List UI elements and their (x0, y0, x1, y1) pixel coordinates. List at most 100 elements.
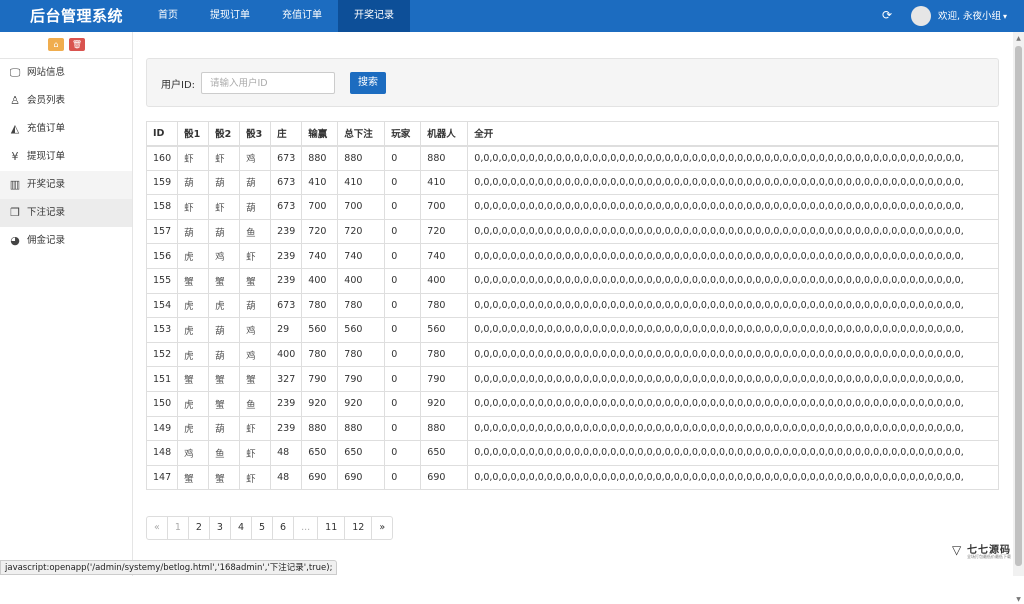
sidebar-item[interactable]: ▥ 开奖记录 (0, 171, 132, 199)
table-cell: 920 (337, 390, 386, 417)
sidebar-item[interactable]: 🖵 网站信息 (0, 59, 132, 87)
next-page-button[interactable]: » (371, 517, 392, 539)
table-cell: 0 (384, 390, 422, 417)
table-cell: 560 (301, 317, 339, 343)
table-cell: 虎 (177, 292, 210, 319)
scrollbar-thumb[interactable] (1015, 46, 1022, 566)
table-cell: 159 (145, 169, 179, 196)
page-link[interactable]: 3 (208, 517, 230, 539)
table-cell: 0 (384, 415, 422, 442)
prev-page-button[interactable]: « (147, 517, 167, 539)
table-cell: 410 (337, 169, 386, 196)
table-cell: 虾 (208, 194, 241, 220)
table-cell: 葫 (239, 169, 272, 196)
table-cell: 400 (337, 267, 386, 294)
table-cell: 720 (420, 218, 469, 245)
table-row: 151 蟹蟹蟹 327 790 790 0 790 0,0,0,0,0,0,0,0,0,0,0… (145, 366, 999, 392)
table-cell: 蟹 (177, 464, 210, 491)
page-link[interactable]: 1 (166, 517, 188, 539)
table-cell: 157 (145, 218, 179, 245)
scroll-down-icon[interactable]: ▼ (1015, 596, 1022, 604)
table-cell: 蟹 (208, 366, 241, 392)
table-cell: 0,0,0,0,0,0,0,0,0,0,0,0,0,0,0,0,0,0,0,0,… (467, 341, 999, 368)
table-cell: 0 (384, 243, 422, 269)
avatar[interactable] (911, 6, 931, 26)
table-row: 153 虎葫鸡 29 560 560 0 560 0,0,0,0,0,0,0,0,0,0,0,… (145, 317, 999, 343)
nav-recharge-orders[interactable]: 充值订单 (266, 0, 338, 32)
sidebar-item[interactable]: ◕ 佣金记录 (0, 227, 132, 255)
watermark-icon: ▽ (952, 543, 962, 557)
table-cell: 0 (384, 317, 422, 343)
page-link[interactable]: 5 (251, 517, 272, 539)
table-cell: 48 (270, 440, 303, 466)
table-cell: 葫 (208, 341, 241, 368)
sidebar-toolbar: ⌂ 🗑 (0, 32, 132, 59)
table-cell: 155 (145, 267, 179, 294)
scrollbar[interactable]: ▲ ▼ (1013, 32, 1024, 603)
refresh-icon[interactable]: ⟳ (880, 8, 894, 22)
scroll-up-icon[interactable]: ▲ (1015, 35, 1022, 43)
table-cell: 650 (337, 440, 386, 466)
table-cell: 400 (270, 341, 303, 368)
table-cell: 0,0,0,0,0,0,0,0,0,0,0,0,0,0,0,0,0,0,0,0,… (467, 464, 999, 491)
table-cell: 152 (145, 341, 179, 368)
table-cell: 560 (420, 317, 469, 343)
table-cell: 蟹 (239, 267, 272, 294)
user-menu[interactable]: 欢迎, 永夜小组 ▾ (938, 0, 1007, 32)
table-cell: 880 (420, 415, 469, 442)
top-nav: 首页 提现订单 充值订单 开奖记录 (142, 0, 410, 32)
table-cell: 虎 (177, 243, 210, 269)
table-cell: 0 (384, 267, 422, 294)
table-cell: 虾 (239, 440, 272, 466)
table-cell: 158 (145, 194, 179, 220)
search-button[interactable]: 搜索 (350, 72, 386, 94)
table-cell: 虾 (177, 145, 210, 171)
sidebar-item[interactable]: ◭ 充值订单 (0, 115, 132, 143)
table-cell: 鱼 (239, 218, 272, 245)
table-cell: 虎 (208, 292, 241, 319)
table-cell: 673 (270, 145, 303, 171)
table-row: 155 蟹蟹蟹 239 400 400 0 400 0,0,0,0,0,0,0,0,0,0,0… (145, 267, 999, 294)
table-cell: 700 (420, 194, 469, 220)
home-icon[interactable]: ⌂ (48, 38, 64, 51)
table-cell: 0 (384, 440, 422, 466)
page-link[interactable]: 11 (317, 517, 344, 539)
nav-home[interactable]: 首页 (142, 0, 194, 32)
column-header: 机器人 (420, 121, 469, 147)
sidebar-item[interactable]: ♙ 会员列表 (0, 87, 132, 115)
table-cell: 160 (145, 145, 179, 171)
table-cell: 虎 (177, 415, 210, 442)
table-row: 159 葫葫葫 673 410 410 0 410 0,0,0,0,0,0,0,0,0,0,0… (145, 169, 999, 196)
user-id-input[interactable] (201, 72, 335, 94)
page-link[interactable]: 4 (229, 517, 251, 539)
nav-lottery-records[interactable]: 开奖记录 (338, 0, 410, 32)
table-cell: 虎 (177, 317, 210, 343)
column-header: 输赢 (301, 121, 339, 147)
table-cell: 葫 (208, 317, 241, 343)
table-cell: 720 (337, 218, 386, 245)
table-row: 157 葫葫鱼 239 720 720 0 720 0,0,0,0,0,0,0,0,0,0,0… (145, 218, 999, 245)
table-cell: 0,0,0,0,0,0,0,0,0,0,0,0,0,0,0,0,0,0,0,0,… (467, 415, 999, 442)
table-cell: 690 (301, 464, 339, 491)
table-cell: 740 (420, 243, 469, 269)
user-greeting: 欢迎, 永夜小组 (938, 11, 1002, 22)
page-link[interactable]: 2 (187, 517, 209, 539)
page-link[interactable]: 6 (272, 517, 293, 539)
page-link[interactable]: 12 (344, 517, 371, 539)
table-cell: 虾 (239, 464, 272, 491)
table-cell: 0,0,0,0,0,0,0,0,0,0,0,0,0,0,0,0,0,0,0,0,… (467, 145, 999, 171)
table-cell: 147 (145, 464, 179, 491)
table-cell: 鸡 (208, 243, 241, 269)
table-cell: 720 (301, 218, 339, 245)
table-cell: 790 (337, 366, 386, 392)
trash-icon[interactable]: 🗑 (69, 38, 85, 51)
sidebar-item[interactable]: ❐ 下注记录 (0, 199, 132, 227)
table-cell: 0 (384, 169, 422, 196)
sidebar-item[interactable]: ¥ 提现订单 (0, 143, 132, 171)
sidebar-item-label: 会员列表 (27, 95, 66, 106)
sidebar-item-label: 佣金记录 (27, 235, 66, 246)
nav-withdraw-orders[interactable]: 提现订单 (194, 0, 266, 32)
table-cell: 780 (420, 292, 469, 319)
sidebar-item-label: 网站信息 (27, 67, 66, 78)
table-cell: 239 (270, 243, 303, 269)
